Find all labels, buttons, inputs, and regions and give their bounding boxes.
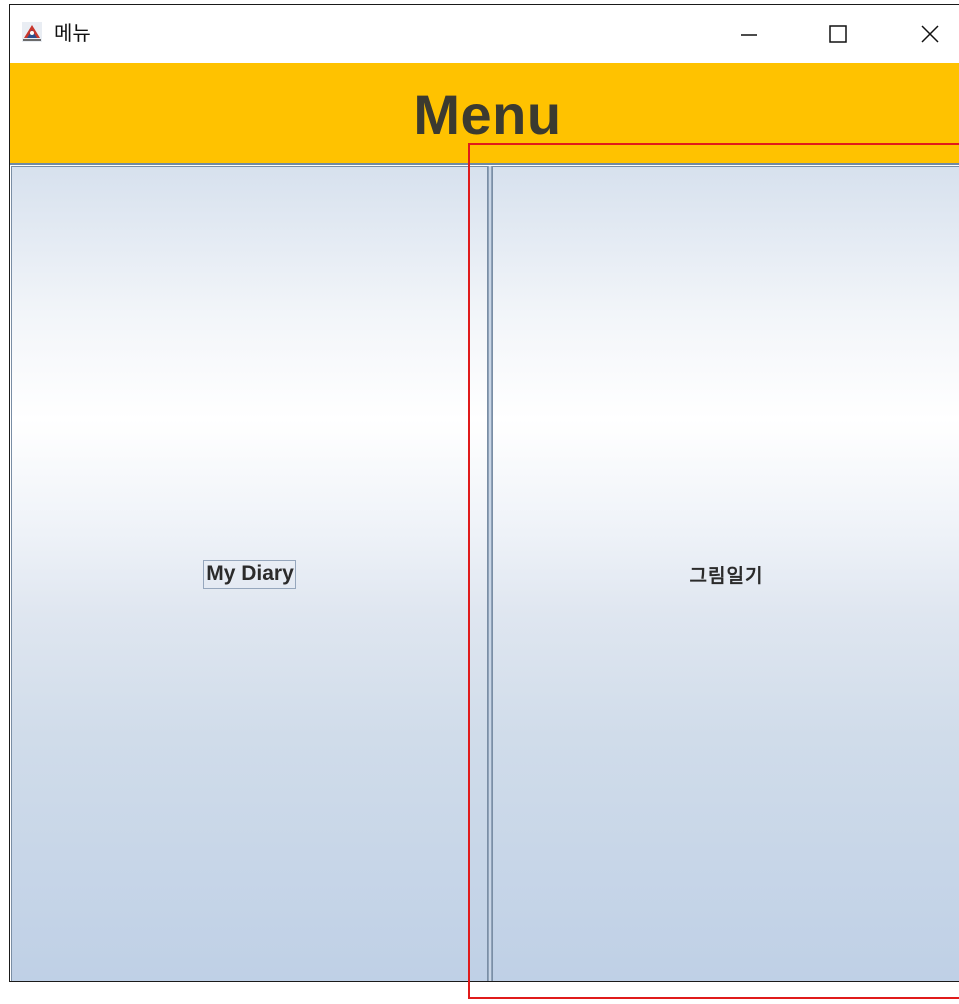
close-button[interactable] [907, 5, 953, 63]
minimize-button[interactable] [726, 5, 772, 63]
header-divider [10, 163, 959, 165]
page-title: Menu [413, 83, 562, 146]
picture-diary-button[interactable]: 그림일기 [492, 166, 959, 981]
minimize-icon [739, 24, 759, 44]
maximize-icon [828, 24, 848, 44]
title-bar[interactable]: 메뉴 [10, 5, 959, 63]
maximize-button[interactable] [815, 5, 861, 63]
my-diary-button-label: My Diary [206, 561, 294, 585]
menu-header: Menu [10, 63, 959, 164]
window-title: 메뉴 [54, 21, 91, 45]
app-window: 메뉴 Menu My Diary 그림일기 [9, 4, 959, 982]
java-app-icon [22, 22, 42, 42]
focus-indicator: My Diary [203, 559, 296, 589]
my-diary-button[interactable]: My Diary [11, 166, 488, 981]
close-icon [920, 24, 940, 44]
picture-diary-button-label: 그림일기 [689, 564, 764, 587]
